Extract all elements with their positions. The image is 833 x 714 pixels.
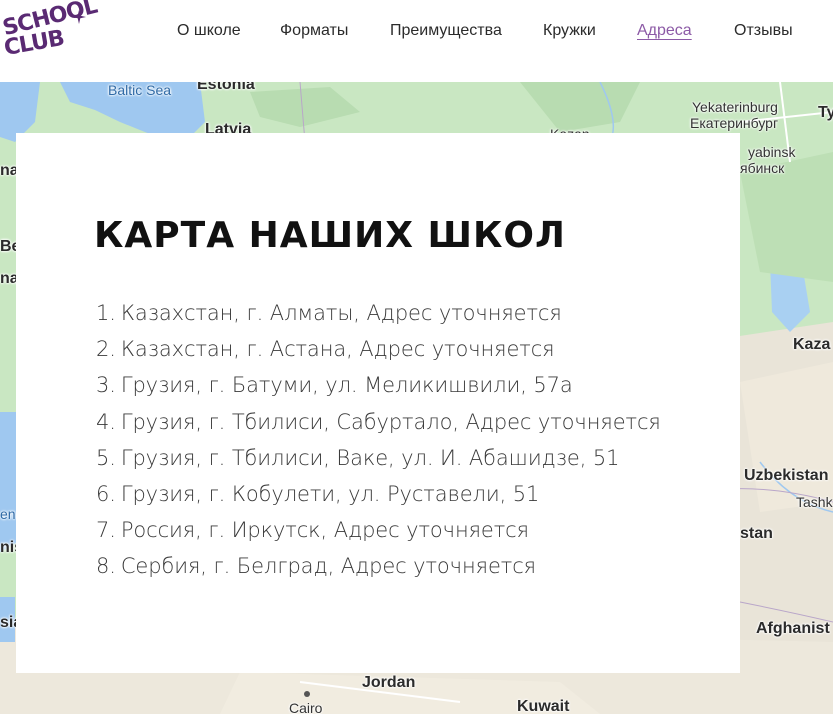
address-item: 8. Сербия, г. Белград, Адрес уточняется <box>96 548 661 584</box>
map-label-uzbekistan: Uzbekistan <box>744 467 829 484</box>
nav-item-about[interactable]: О школе <box>177 22 241 40</box>
address-number: 2. <box>96 337 116 362</box>
address-item: 2. Казахстан, г. Астана, Адрес уточняется <box>96 331 661 367</box>
nav-item-advantages[interactable]: Преимущества <box>390 22 502 40</box>
address-text: Грузия, г. Батуми, ул. Меликишвили, 57а <box>120 373 573 398</box>
address-text: Казахстан, г. Астана, Адрес уточняется <box>120 337 555 362</box>
map-label-baltic-sea: Baltic Sea <box>108 82 172 98</box>
address-number: 5. <box>96 445 116 470</box>
map-label-edge-7: Ty <box>818 104 833 121</box>
address-text: Сербия, г. Белград, Адрес уточняется <box>120 554 536 579</box>
address-number: 7. <box>96 518 116 543</box>
map-label-tashkent: Tashk <box>796 494 833 510</box>
map-label-jordan: Jordan <box>362 674 416 691</box>
card-title: КАРТА НАШИХ ШКОЛ <box>94 215 566 256</box>
address-item: 7. Россия, г. Иркутск, Адрес уточняется <box>96 512 661 548</box>
address-number: 1. <box>96 301 116 325</box>
nav-item-formats[interactable]: Форматы <box>280 22 348 40</box>
map-label-afghanistan: Afghanist <box>756 620 830 637</box>
map-label-estonia: Estonia <box>197 82 255 93</box>
map-label-yekaterinburg-ru: Екатеринбург <box>690 115 779 131</box>
site-header: SCHOOL CLUB О школе Форматы Преимущества… <box>0 0 833 82</box>
map-label-chelyabinsk-ru: ябинск <box>740 160 785 176</box>
address-text: Россия, г. Иркутск, Адрес уточняется <box>120 518 529 543</box>
address-item: 1. Казахстан, г. Алматы, Адрес уточняется <box>96 295 661 331</box>
address-list: 1. Казахстан, г. Алматы, Адрес уточняется… <box>96 295 661 585</box>
address-text: Грузия, г. Кобулети, ул. Руставели, 51 <box>120 481 540 506</box>
address-item: 6. Грузия, г. Кобулети, ул. Руставели, 51 <box>96 476 661 512</box>
nav-item-addresses[interactable]: Адреса <box>637 22 692 40</box>
address-number: 3. <box>96 373 116 398</box>
schools-map-card: КАРТА НАШИХ ШКОЛ 1. Казахстан, г. Алматы,… <box>16 133 740 673</box>
map-label-edge-4: en <box>0 506 16 522</box>
map-label-yekaterinburg: Yekaterinburg <box>692 99 778 115</box>
address-text: Грузия, г. Тбилиси, Сабуртало, Адрес уто… <box>120 409 661 434</box>
address-text: Казахстан, г. Алматы, Адрес уточняется <box>120 301 562 325</box>
nav-item-reviews[interactable]: Отзывы <box>734 22 793 40</box>
map-label-kuwait: Kuwait <box>517 698 570 714</box>
address-text: Грузия, г. Тбилиси, Ваке, ул. И. Абашидз… <box>120 445 620 470</box>
address-number: 6. <box>96 481 116 506</box>
address-number: 8. <box>96 554 116 579</box>
nav-item-clubs[interactable]: Кружки <box>543 22 596 40</box>
map-label-stan: stan <box>740 525 773 542</box>
map-label-chelyabinsk: yabinsk <box>748 144 796 160</box>
address-item: 5. Грузия, г. Тбилиси, Ваке, ул. И. Абаши… <box>96 440 661 476</box>
address-item: 3. Грузия, г. Батуми, ул. Меликишвили, 57… <box>96 367 661 403</box>
address-item: 4. Грузия, г. Тбилиси, Сабуртало, Адрес у… <box>96 404 661 440</box>
logo-spark-icon <box>72 10 86 24</box>
map-label-cairo: Cairo <box>289 700 323 714</box>
map-label-kazakhstan: Kaza <box>793 336 831 353</box>
school-club-logo[interactable]: SCHOOL CLUB <box>0 0 99 68</box>
address-number: 4. <box>96 409 116 434</box>
city-marker-icon <box>304 691 310 697</box>
